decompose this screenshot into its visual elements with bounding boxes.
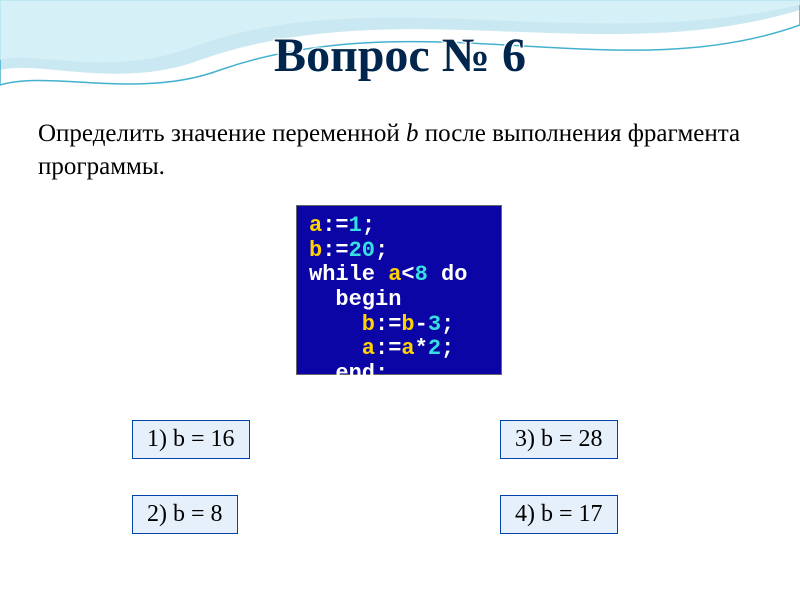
code-fragment: a:=1; b:=20; while a<8 do begin b:=b-3; … xyxy=(296,205,502,375)
option-3[interactable]: 3) b = 28 xyxy=(500,420,618,459)
prompt-variable: b xyxy=(406,120,419,147)
slide: Вопрос № 6 Определить значение переменно… xyxy=(0,0,800,600)
option-1[interactable]: 1) b = 16 xyxy=(132,420,250,459)
slide-title: Вопрос № 6 xyxy=(0,28,800,83)
question-prompt: Определить значение переменной b после в… xyxy=(38,118,758,183)
option-4[interactable]: 4) b = 17 xyxy=(500,495,618,534)
answer-options: 1) b = 16 2) b = 8 3) b = 28 4) b = 17 xyxy=(0,412,800,592)
option-2[interactable]: 2) b = 8 xyxy=(132,495,238,534)
prompt-text-pre: Определить значение переменной xyxy=(38,120,406,147)
